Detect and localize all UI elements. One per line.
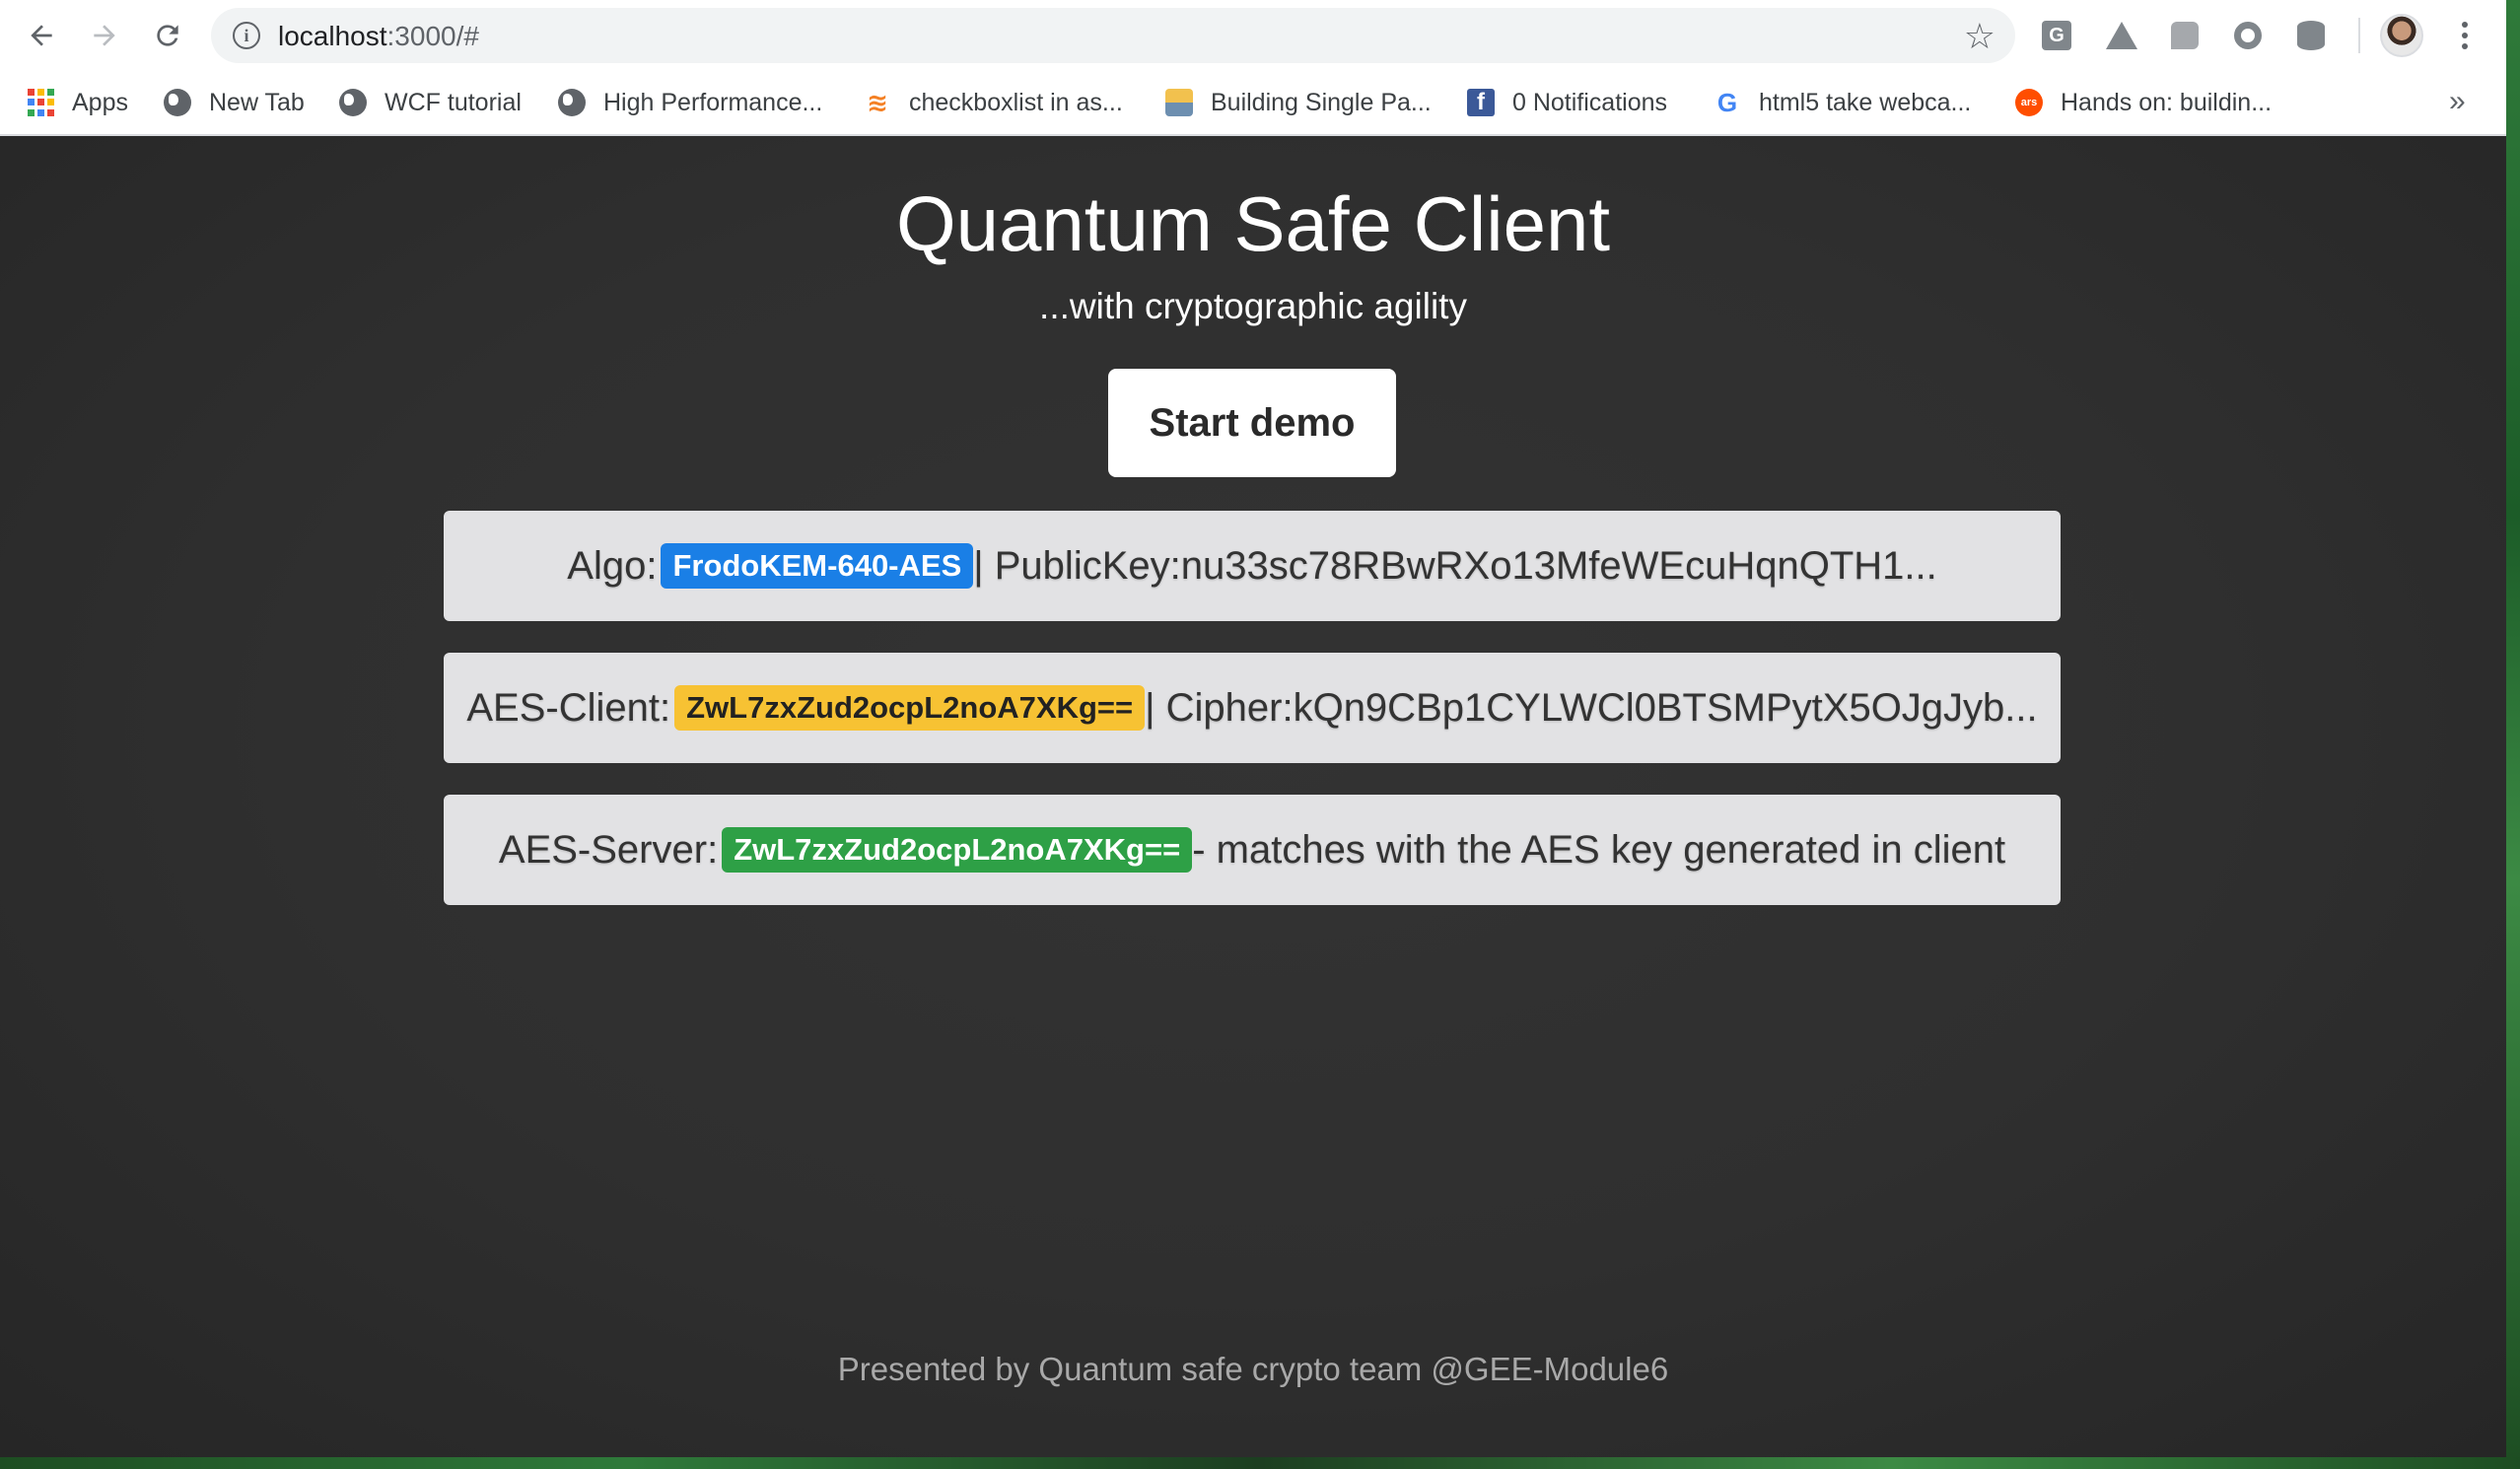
menu-dot xyxy=(2462,22,2468,28)
algo-prefix: Algo: xyxy=(567,543,658,588)
google-icon: G xyxy=(1716,87,1738,117)
reload-icon xyxy=(157,25,178,46)
back-button[interactable] xyxy=(20,14,63,57)
stackoverflow-icon: ≋ xyxy=(867,87,888,117)
bookmark-high-performance[interactable]: High Performance... xyxy=(558,83,822,122)
extension-ring-button[interactable] xyxy=(2230,18,2266,53)
page-subtitle: ...with cryptographic agility xyxy=(1039,286,1467,326)
desktop-background-bottom xyxy=(0,1457,2520,1469)
desktop-background xyxy=(2506,0,2520,1469)
site-favicon-icon xyxy=(1165,89,1193,116)
bookmark-label: Apps xyxy=(72,88,128,116)
globe-icon xyxy=(558,89,586,116)
url-host: localhost xyxy=(278,21,387,51)
aes-server-key-badge: ZwL7zxZud2ocpL2noA7XKg== xyxy=(722,827,1193,873)
bookmark-star-icon[interactable]: ☆ xyxy=(1964,16,1995,57)
arrow-left-icon xyxy=(31,25,52,46)
aes-client-key-badge: ZwL7zxZud2ocpL2noA7XKg== xyxy=(674,685,1146,731)
bookmarks-overflow-button[interactable]: » xyxy=(2449,85,2466,118)
menu-dot xyxy=(2462,33,2468,38)
bookmark-label: Building Single Pa... xyxy=(1211,88,1432,116)
extension-p-icon xyxy=(2171,22,2199,49)
bookmark-label: checkboxlist in as... xyxy=(909,88,1123,116)
aes-server-prefix: AES-Server: xyxy=(498,827,719,872)
browser-toolbar: i localhost:3000/# ☆ G xyxy=(0,0,2506,71)
reload-button[interactable] xyxy=(146,14,189,57)
algo-panel: Algo: FrodoKEM-640-AES | PublicKey:nu33sc… xyxy=(444,511,2061,621)
address-bar[interactable]: i localhost:3000/# ☆ xyxy=(211,8,2015,63)
forward-button[interactable] xyxy=(83,14,126,57)
site-info-icon[interactable]: i xyxy=(233,22,260,49)
page-footer: Presented by Quantum safe crypto team @G… xyxy=(837,1351,1669,1387)
aes-server-panel: AES-Server: ZwL7zxZud2ocpL2noA7XKg== - ma… xyxy=(444,795,2061,905)
algo-badge: FrodoKEM-640-AES xyxy=(661,543,974,589)
ars-icon: ars xyxy=(2015,89,2043,116)
aes-client-prefix: AES-Client: xyxy=(466,685,671,730)
extension-p-button[interactable] xyxy=(2167,18,2203,53)
url-text[interactable]: localhost:3000/# xyxy=(278,21,479,52)
bookmark-label: High Performance... xyxy=(603,88,823,116)
globe-icon xyxy=(339,89,367,116)
bookmark-facebook-notifications[interactable]: f 0 Notifications xyxy=(1467,83,1667,122)
browser-window: i localhost:3000/# ☆ G Apps New Tab WCF … xyxy=(0,0,2506,1457)
public-key-text: | PublicKey:nu33sc78RBwRXo13MfeWEcuHqnQT… xyxy=(973,543,1937,588)
bookmark-label: Hands on: buildin... xyxy=(2061,88,2273,116)
extension-database-button[interactable] xyxy=(2293,18,2329,53)
bookmark-hands-on[interactable]: ars Hands on: buildin... xyxy=(2015,83,2272,122)
bookmark-html5-webcam[interactable]: G html5 take webca... xyxy=(1714,83,1972,122)
bookmark-new-tab[interactable]: New Tab xyxy=(164,83,305,122)
aes-client-panel: AES-Client: ZwL7zxZud2ocpL2noA7XKg== | Ci… xyxy=(444,653,2061,763)
bookmark-label: html5 take webca... xyxy=(1759,88,1972,116)
google-drive-button[interactable] xyxy=(2104,18,2139,53)
bookmark-building-single-page[interactable]: Building Single Pa... xyxy=(1165,83,1432,122)
facebook-icon: f xyxy=(1467,89,1495,116)
extension-g-icon: G xyxy=(2042,21,2071,50)
page-content: Quantum Safe Client ...with cryptographi… xyxy=(0,136,2506,1457)
bookmark-label: New Tab xyxy=(209,88,305,116)
extension-g-button[interactable]: G xyxy=(2039,18,2074,53)
drive-icon xyxy=(2106,22,2137,49)
ring-icon xyxy=(2234,22,2262,49)
start-demo-button[interactable]: Start demo xyxy=(1108,369,1396,477)
url-path: :3000/# xyxy=(386,21,479,51)
bookmark-label: 0 Notifications xyxy=(1512,88,1668,116)
browser-menu-button[interactable] xyxy=(2445,14,2485,57)
menu-dot xyxy=(2462,43,2468,49)
bookmark-wcf-tutorial[interactable]: WCF tutorial xyxy=(339,83,522,122)
cipher-text: | Cipher:kQn9CBp1CYLWCl0BTSMPytX5OJgJyb.… xyxy=(1145,685,2038,730)
match-message: - matches with the AES key generated in … xyxy=(1192,827,2006,872)
bookmark-apps[interactable]: Apps xyxy=(28,83,128,122)
arrow-right-icon xyxy=(94,25,115,46)
page-title: Quantum Safe Client xyxy=(895,180,1611,267)
profile-avatar[interactable] xyxy=(2380,14,2423,57)
globe-icon xyxy=(164,89,191,116)
bookmark-label: WCF tutorial xyxy=(385,88,522,116)
database-icon xyxy=(2297,21,2325,50)
toolbar-divider xyxy=(2358,18,2360,53)
bookmarks-bar: Apps New Tab WCF tutorial High Performan… xyxy=(0,71,2506,136)
apps-grid-icon xyxy=(28,89,54,116)
bookmark-checkboxlist[interactable]: ≋ checkboxlist in as... xyxy=(864,83,1123,122)
